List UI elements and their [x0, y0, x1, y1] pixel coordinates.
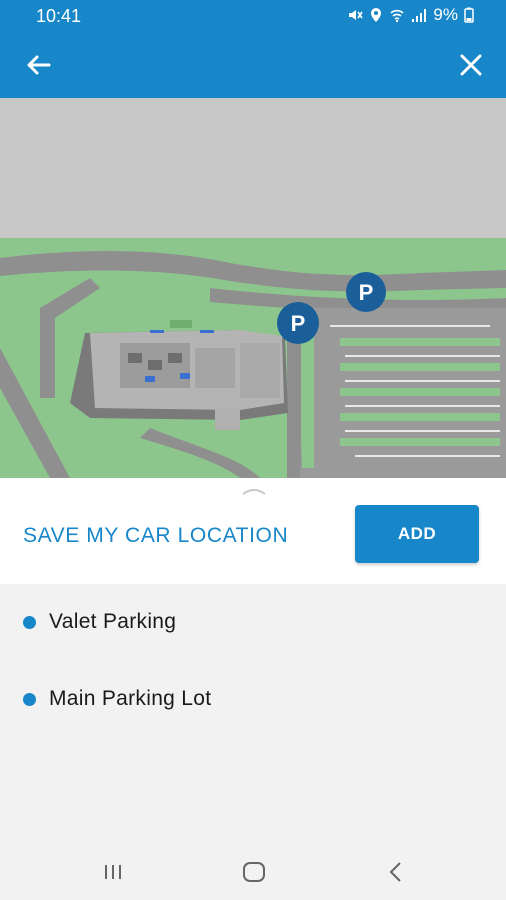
wifi-icon: [390, 9, 404, 23]
home-icon[interactable]: [239, 859, 269, 885]
parking-marker[interactable]: P: [346, 272, 386, 312]
mute-icon: [349, 10, 364, 20]
map-view[interactable]: P P: [0, 98, 506, 478]
add-button[interactable]: ADD: [355, 505, 479, 563]
parking-marker[interactable]: P: [277, 302, 319, 344]
save-car-panel: SAVE MY CAR LOCATION ADD: [0, 478, 506, 584]
svg-text:P: P: [291, 311, 306, 336]
svg-text:P: P: [359, 280, 374, 305]
system-nav-bar: [0, 845, 506, 900]
save-car-location-label: SAVE MY CAR LOCATION: [23, 524, 289, 547]
list-item[interactable]: Main Parking Lot: [0, 669, 506, 729]
bullet-icon: [23, 693, 36, 706]
close-icon[interactable]: [454, 48, 488, 82]
list-item-label: Main Parking Lot: [49, 687, 212, 710]
location-icon: [371, 8, 382, 22]
battery-percent: 9%: [433, 5, 458, 24]
bullet-icon: [23, 616, 36, 629]
status-icons: 9%: [347, 5, 474, 25]
signal-icon: [412, 9, 427, 22]
list-item-label: Valet Parking: [49, 610, 177, 633]
back-icon[interactable]: [381, 859, 411, 885]
app-bar: [0, 32, 506, 98]
recent-apps-icon[interactable]: [98, 859, 128, 885]
chevron-up-icon[interactable]: [241, 486, 267, 496]
arrow-left-icon[interactable]: [22, 48, 56, 82]
battery-icon: [464, 7, 474, 23]
map-canvas: P P: [0, 98, 506, 478]
list-item[interactable]: Valet Parking: [0, 592, 506, 652]
status-bar: 10:41 9%: [0, 0, 506, 32]
status-time: 10:41: [36, 6, 82, 26]
